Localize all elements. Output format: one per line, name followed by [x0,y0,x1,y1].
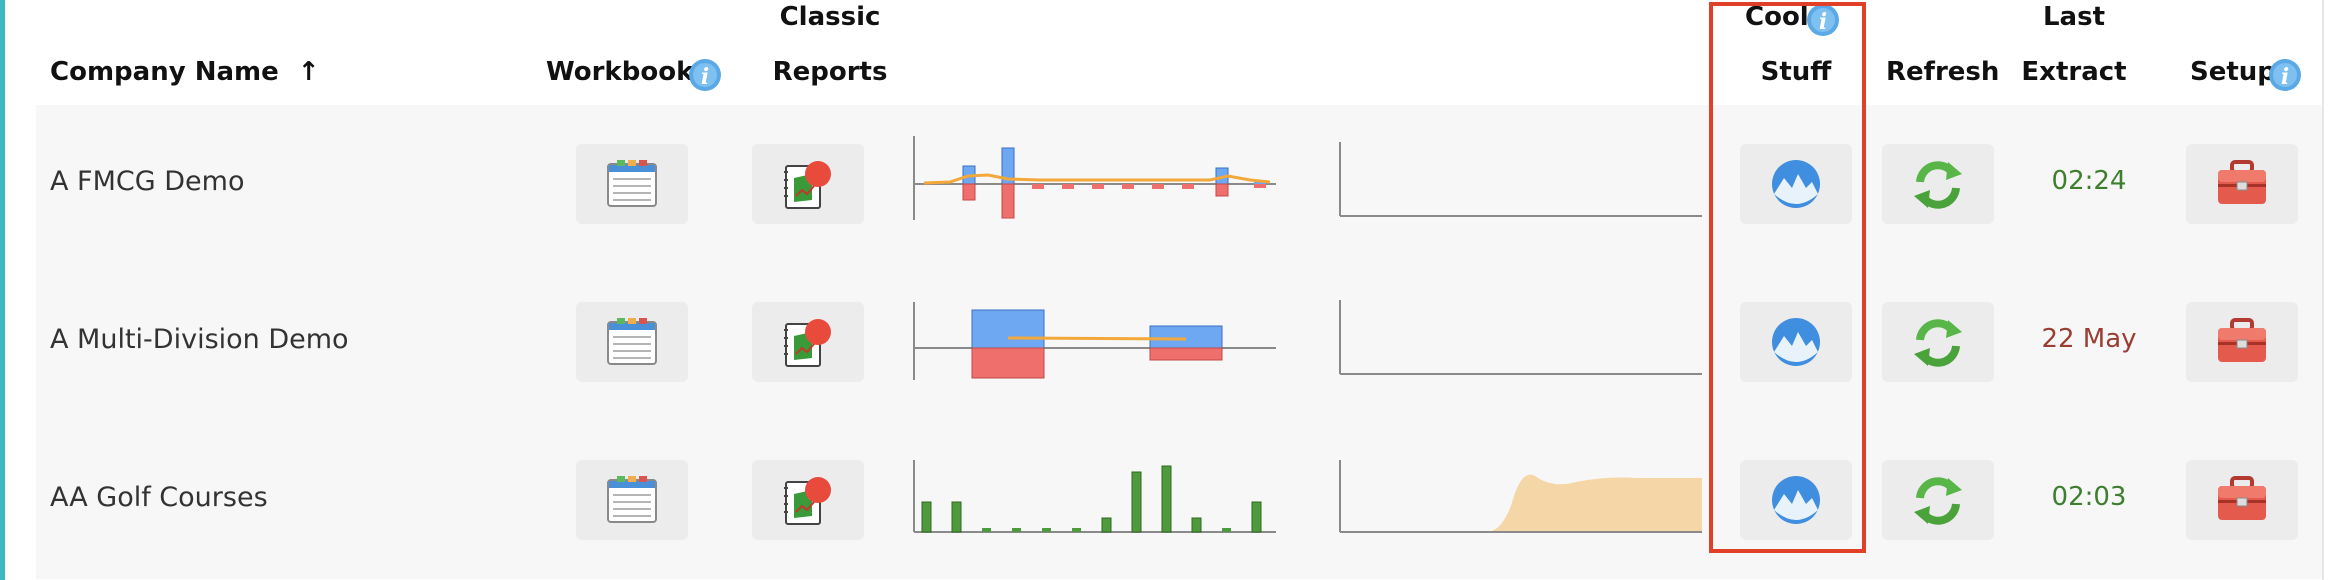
company-name[interactable]: A Multi-Division Demo [50,324,349,355]
classic-reports-button[interactable] [752,460,864,540]
workbook-icon [607,476,657,523]
report-icon [784,161,831,209]
column-header-workbooks: Workbooks [546,57,709,87]
company-name[interactable]: A FMCG Demo [50,166,244,197]
column-header-extract: Extract [2021,57,2127,87]
column-header-last: Last [2042,2,2106,32]
setup-info-icon[interactable]: i [2268,58,2302,92]
report-icon [784,319,831,367]
report-icon [784,477,831,525]
toolbox-icon [2218,476,2266,520]
setup-button[interactable] [2186,460,2298,540]
column-header-classic: Classic [779,2,881,32]
refresh-button[interactable] [1882,460,1994,540]
sort-ascending-icon: ↑ [297,57,320,87]
refresh-icon [1914,319,1962,367]
column-header-company-name[interactable]: Company Name ↑ [50,57,320,87]
svg-text:i: i [701,64,709,90]
company-name[interactable]: AA Golf Courses [50,482,268,513]
refresh-button[interactable] [1882,302,1994,382]
column-header-setup: Setup [2190,57,2276,87]
history-sparkline [1339,300,1702,375]
workbooks-button[interactable] [576,302,688,382]
history-sparkline [1339,142,1702,217]
setup-button[interactable] [2186,302,2298,382]
setup-button[interactable] [2186,144,2298,224]
workbook-icon [607,160,657,207]
refresh-icon [1914,477,1962,525]
variance-sparkline [913,302,1276,380]
workbooks-button[interactable] [576,460,688,540]
last-extract-time: 02:03 [2051,482,2127,512]
workbooks-info-icon[interactable]: i [688,58,722,92]
svg-text:i: i [2281,64,2289,90]
column-header-refresh: Refresh [1886,57,2000,87]
right-border [2322,0,2324,580]
classic-reports-button[interactable] [752,144,864,224]
last-extract-time: 02:24 [2051,166,2127,196]
variance-sparkline [913,136,1276,220]
column-header-reports: Reports [772,57,888,87]
left-accent-bar [0,0,5,580]
refresh-button[interactable] [1882,144,1994,224]
workbooks-button[interactable] [576,144,688,224]
cool-stuff-highlight [1709,2,1866,553]
refresh-icon [1914,161,1962,209]
history-sparkline [1339,460,1702,533]
toolbox-icon [2218,160,2266,204]
toolbox-icon [2218,318,2266,362]
last-extract-time: 22 May [2041,324,2137,354]
classic-reports-button[interactable] [752,302,864,382]
workbook-icon [607,318,657,365]
volume-sparkline [913,460,1276,533]
